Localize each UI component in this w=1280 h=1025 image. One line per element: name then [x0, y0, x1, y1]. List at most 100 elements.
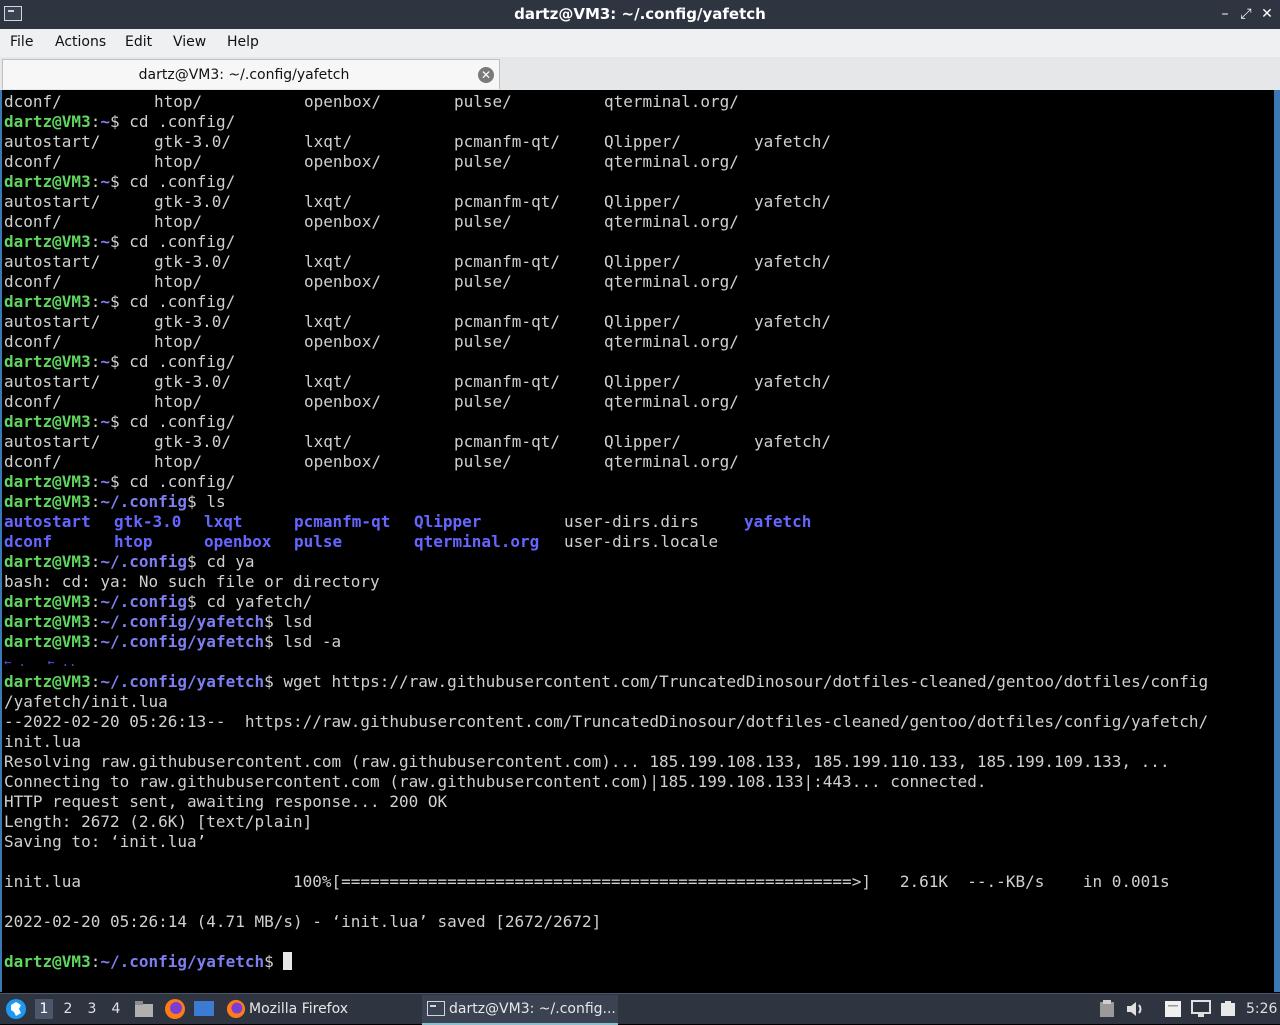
clock[interactable]: 5:26 [1246, 994, 1277, 1024]
listing-entry: dconf/ [4, 152, 62, 171]
listing-entry: pulse/ [454, 332, 512, 351]
volume-icon[interactable] [1126, 1000, 1146, 1018]
menu-actions[interactable]: Actions [55, 34, 106, 50]
close-tab-icon[interactable]: ✕ [478, 67, 494, 83]
prompt-colon: : [90, 672, 101, 691]
listing-entry: openbox/ [304, 92, 382, 111]
notes-icon[interactable] [1163, 999, 1183, 1019]
terminal-output[interactable]: dconf/htop/openbox/pulse/qterminal.org/d… [0, 90, 1276, 992]
prompt-line: dartz@VM3:~$ cd .config/ [4, 412, 235, 432]
prompt-line: dartz@VM3:~/.config$ cd ya [4, 552, 254, 572]
listing-entry: pcmanfm-qt/ [454, 372, 560, 391]
output-line: init.lua 100%[==========================… [4, 872, 1170, 891]
listing-entry: autostart/ [4, 252, 101, 271]
minimize-icon[interactable]: – [1216, 4, 1234, 24]
listing-entry: dconf/ [4, 452, 62, 471]
taskbar-firefox[interactable]: Mozilla Firefox [222, 995, 412, 1023]
prompt-colon: : [90, 292, 101, 311]
lsd-output: ← . ← .. [4, 655, 77, 669]
start-menu-icon[interactable] [5, 998, 27, 1020]
ls-entry: autostart [4, 512, 91, 531]
ls-entry: gtk-3.0 [114, 512, 182, 531]
menu-file[interactable]: File [10, 34, 33, 50]
prompt-user: dartz@VM3 [4, 232, 91, 251]
prompt-line: dartz@VM3:~$ cd .config/ [4, 352, 235, 372]
listing-entry: qterminal.org/ [604, 272, 739, 291]
listing-entry: Qlipper/ [604, 372, 682, 391]
clipboard-icon[interactable] [1099, 1000, 1115, 1018]
monitor-icon[interactable] [1191, 1000, 1211, 1018]
prompt-path: ~/.config [100, 592, 188, 611]
listing-entry: yafetch/ [754, 372, 832, 391]
taskbar-firefox-label: Mozilla Firefox [249, 1001, 349, 1017]
workspace-2[interactable]: 2 [59, 999, 77, 1019]
output-line: Resolving raw.githubusercontent.com (raw… [4, 752, 1170, 771]
listing-entry: Qlipper/ [604, 432, 682, 451]
prompt-dollar: $ [109, 292, 120, 311]
listing-entry: autostart/ [4, 132, 101, 151]
workspace-4[interactable]: 4 [107, 999, 125, 1019]
prompt-dollar: $ [109, 352, 120, 371]
prompt-user: dartz@VM3 [4, 592, 91, 611]
prompt-dollar: $ [109, 112, 120, 131]
menu-edit[interactable]: Edit [125, 34, 152, 50]
prompt-path: ~/.config/yafetch [100, 612, 265, 631]
prompt-user: dartz@VM3 [4, 612, 91, 631]
firefox-launcher-icon[interactable] [164, 998, 186, 1020]
terminal-tab[interactable]: dartz@VM3: ~/.config/yafetch ✕ [2, 59, 500, 89]
prompt-dollar: $ [109, 232, 120, 251]
prompt-path: ~/.config/yafetch [100, 952, 265, 971]
listing-entry: pcmanfm-qt/ [454, 432, 560, 451]
battery-icon[interactable] [1219, 1000, 1237, 1018]
workspace-1[interactable]: 1 [35, 999, 53, 1019]
show-desktop-icon[interactable] [193, 1000, 215, 1018]
listing-entry: autostart/ [4, 432, 101, 451]
listing-entry: dconf/ [4, 272, 62, 291]
prompt-dollar: $ [187, 592, 197, 611]
close-window-icon[interactable]: ✕ [1258, 4, 1276, 24]
window-title: dartz@VM3: ~/.config/yafetch [514, 5, 766, 23]
window-titlebar[interactable]: dartz@VM3: ~/.config/yafetch – ⤢ ✕ [0, 0, 1280, 29]
taskbar-terminal[interactable]: dartz@VM3: ~/.config... [422, 995, 618, 1025]
ls-entry: Qlipper [414, 512, 482, 531]
maximize-icon[interactable]: ⤢ [1237, 4, 1255, 24]
prompt-colon: : [90, 952, 101, 971]
prompt-path: ~ [100, 232, 110, 251]
listing-entry: openbox/ [304, 212, 382, 231]
listing-entry: yafetch/ [754, 252, 832, 271]
prompt-user: dartz@VM3 [4, 352, 91, 371]
output-line: --2022-02-20 05:26:13-- https://raw.gith… [4, 712, 1209, 731]
listing-entry: openbox/ [304, 452, 382, 471]
command-text [274, 952, 284, 971]
ls-entry: yafetch [744, 512, 812, 531]
listing-entry: htop/ [154, 452, 203, 471]
file-manager-icon[interactable] [134, 1000, 154, 1018]
listing-entry: htop/ [154, 272, 203, 291]
prompt-dollar: $ [264, 632, 274, 651]
prompt-colon: : [90, 592, 101, 611]
listing-entry: qterminal.org/ [604, 332, 739, 351]
tab-bar: dartz@VM3: ~/.config/yafetch ✕ [0, 57, 1280, 90]
listing-entry: pulse/ [454, 272, 512, 291]
ls-entry: htop [114, 532, 153, 551]
workspace-3[interactable]: 3 [83, 999, 101, 1019]
listing-entry: pcmanfm-qt/ [454, 192, 560, 211]
firefox-icon [226, 999, 246, 1019]
listing-entry: autostart/ [4, 312, 101, 331]
listing-entry: pcmanfm-qt/ [454, 252, 560, 271]
prompt-line: dartz@VM3:~/.config/yafetch$ wget https:… [4, 672, 1208, 692]
listing-entry: Qlipper/ [604, 192, 682, 211]
prompt-path: ~ [100, 112, 110, 131]
listing-entry: pulse/ [454, 452, 512, 471]
menu-help[interactable]: Help [227, 34, 259, 50]
listing-entry: yafetch/ [754, 192, 832, 211]
prompt-user: dartz@VM3 [4, 672, 91, 691]
prompt-colon: : [90, 632, 101, 651]
listing-entry: qterminal.org/ [604, 452, 739, 471]
command-text: cd .config/ [119, 412, 236, 431]
ls-entry: pcmanfm-qt [294, 512, 391, 531]
terminal-scrollbar[interactable] [1276, 90, 1280, 992]
listing-entry: htop/ [154, 332, 203, 351]
prompt-path: ~/.config/yafetch [100, 672, 265, 691]
menu-view[interactable]: View [173, 34, 206, 50]
